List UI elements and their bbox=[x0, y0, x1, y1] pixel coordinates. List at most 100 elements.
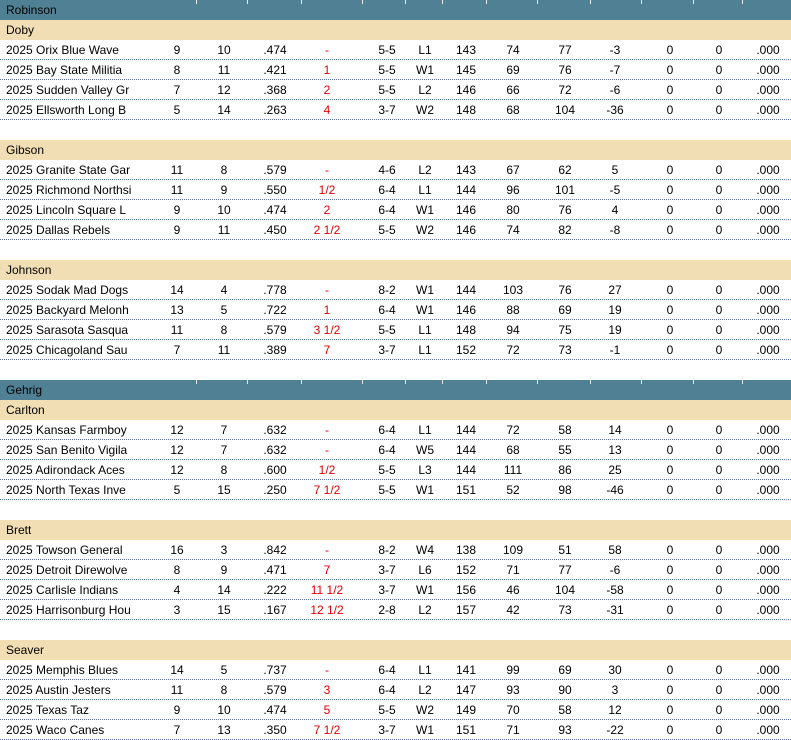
games-remaining: 144 bbox=[455, 463, 477, 477]
losses: 8 bbox=[220, 683, 228, 697]
games-remaining: 144 bbox=[455, 443, 477, 457]
wins: 7 bbox=[173, 343, 181, 357]
team-row[interactable]: 2025 Adirondack Aces 12 8 .600 1/2 5-5 L3 144 11… bbox=[0, 460, 791, 480]
division-name: Doby bbox=[6, 23, 35, 37]
last-ten: 2-8 bbox=[378, 603, 396, 617]
division-header: Gibson bbox=[0, 140, 791, 160]
col-thirteen: 0 bbox=[715, 183, 723, 197]
win-pct: .450 bbox=[263, 223, 287, 237]
last-ten: 3-7 bbox=[378, 583, 396, 597]
losses: 7 bbox=[220, 443, 228, 457]
team-row[interactable]: 2025 Austin Jesters 11 8 .579 3 6-4 L2 147 93 90 3… bbox=[0, 680, 791, 700]
streak: W1 bbox=[416, 303, 434, 317]
team-row[interactable]: 2025 Towson General 16 3 .842 - 8-2 W4 138 109 51… bbox=[0, 540, 791, 560]
team-row[interactable]: 2025 Backyard Melonh 13 5 .722 1 6-4 W1 146 88 69… bbox=[0, 300, 791, 320]
team-row[interactable]: 2025 Carlisle Indians 4 14 .222 11 1/2 3-7 W1 1… bbox=[0, 580, 791, 600]
games-remaining: 141 bbox=[455, 663, 477, 677]
team-row[interactable]: 2025 Orix Blue Wave 9 10 .474 - 5-5 L1 143 74 77 -… bbox=[0, 40, 791, 60]
team-row[interactable]: 2025 Detroit Direwolve 8 9 .471 7 3-7 L6 152 71 7… bbox=[0, 560, 791, 580]
runs-allowed: 73 bbox=[558, 603, 572, 617]
runs-scored: 96 bbox=[506, 183, 520, 197]
losses: 14 bbox=[217, 103, 231, 117]
win-pct: .600 bbox=[263, 463, 287, 477]
team-row[interactable]: 2025 Memphis Blues 14 5 .737 - 6-4 L1 141 99 69 30… bbox=[0, 660, 791, 680]
runs-scored: 72 bbox=[506, 423, 520, 437]
team-row[interactable]: 2025 Kansas Farmboy 12 7 .632 - 6-4 L1 144 72 58 1… bbox=[0, 420, 791, 440]
streak: L2 bbox=[418, 163, 432, 177]
team-row[interactable]: 2025 Sudden Valley Gr 7 12 .368 2 5-5 L2 146 66 7… bbox=[0, 80, 791, 100]
team-row[interactable]: 2025 Richmond Northsi 11 9 .550 1/2 6-4 L1 144 9… bbox=[0, 180, 791, 200]
run-differential: -8 bbox=[609, 223, 621, 237]
run-differential: 4 bbox=[611, 203, 619, 217]
team-name: 2025 Memphis Blues bbox=[6, 663, 119, 677]
col-twelve: 0 bbox=[666, 223, 674, 237]
team-row[interactable]: 2025 Sarasota Sasqua 11 8 .579 3 1/2 5-5 L1 148… bbox=[0, 320, 791, 340]
team-row[interactable]: 2025 San Benito Vigila 12 7 .632 - 6-4 W5 144 68… bbox=[0, 440, 791, 460]
losses: 15 bbox=[217, 603, 231, 617]
win-pct: .550 bbox=[263, 183, 287, 197]
team-row[interactable]: 2025 Ellsworth Long B 5 14 .263 4 3-7 W2 148 68 1… bbox=[0, 100, 791, 120]
team-row[interactable]: 2025 Lincoln Square L 9 10 .474 2 6-4 W1 146 80 7… bbox=[0, 200, 791, 220]
col-twelve: 0 bbox=[666, 203, 674, 217]
division-header: Johnson bbox=[0, 260, 791, 280]
column-gridline bbox=[486, 0, 487, 4]
win-pct: .842 bbox=[263, 543, 287, 557]
team-name: 2025 Richmond Northsi bbox=[6, 183, 132, 197]
division-name: Brett bbox=[6, 523, 32, 537]
division-header: Doby bbox=[0, 20, 791, 40]
col-fourteen: .000 bbox=[756, 223, 780, 237]
runs-scored: 74 bbox=[506, 43, 520, 57]
col-fourteen: .000 bbox=[756, 343, 780, 357]
runs-scored: 80 bbox=[506, 203, 520, 217]
team-row[interactable]: 2025 Granite State Gar 11 8 .579 - 4-6 L2 143 67… bbox=[0, 160, 791, 180]
win-pct: .632 bbox=[263, 443, 287, 457]
runs-scored: 72 bbox=[506, 343, 520, 357]
team-row[interactable]: 2025 Bay State Militia 8 11 .421 1 5-5 W1 145 69… bbox=[0, 60, 791, 80]
runs-allowed: 104 bbox=[554, 583, 576, 597]
col-twelve: 0 bbox=[666, 663, 674, 677]
runs-allowed: 58 bbox=[558, 423, 572, 437]
team-row[interactable]: 2025 Harrisonburg Hou 3 15 .167 12 1/2 2-8 L2 1… bbox=[0, 600, 791, 620]
games-behind: 7 bbox=[323, 563, 331, 577]
column-gridline bbox=[362, 0, 363, 4]
runs-scored: 111 bbox=[503, 463, 523, 477]
last-ten: 5-5 bbox=[378, 83, 396, 97]
games-remaining: 152 bbox=[455, 343, 477, 357]
runs-scored: 71 bbox=[506, 723, 520, 737]
team-row[interactable]: 2025 Chicagoland Sau 7 11 .389 7 3-7 L1 152 72 73… bbox=[0, 340, 791, 360]
losses: 14 bbox=[217, 583, 231, 597]
last-ten: 6-4 bbox=[378, 183, 396, 197]
games-remaining: 152 bbox=[455, 563, 477, 577]
column-gridline bbox=[362, 380, 363, 384]
team-row[interactable]: 2025 Texas Taz 9 10 .474 5 5-5 W2 149 70 58 12 0 0 .0… bbox=[0, 700, 791, 720]
league-header: Gehrig bbox=[0, 380, 791, 400]
team-name: 2025 Kansas Farmboy bbox=[6, 423, 127, 437]
team-name: 2025 San Benito Vigila bbox=[6, 443, 128, 457]
column-gridline bbox=[590, 0, 591, 4]
team-row[interactable]: 2025 Waco Canes 7 13 .350 7 1/2 3-7 W1 151 71 93 -… bbox=[0, 720, 791, 740]
division-name: Seaver bbox=[6, 643, 45, 657]
last-ten: 4-6 bbox=[378, 163, 396, 177]
team-name: 2025 Lincoln Square L bbox=[6, 203, 127, 217]
losses: 11 bbox=[217, 223, 231, 237]
team-row[interactable]: 2025 Dallas Rebels 9 11 .450 2 1/2 5-5 W2 146 74… bbox=[0, 220, 791, 240]
run-differential: 27 bbox=[608, 283, 622, 297]
games-remaining: 146 bbox=[455, 83, 477, 97]
runs-allowed: 62 bbox=[558, 163, 572, 177]
last-ten: 6-4 bbox=[378, 423, 396, 437]
losses: 5 bbox=[220, 663, 228, 677]
games-behind: 2 1/2 bbox=[313, 223, 341, 237]
losses: 9 bbox=[220, 563, 228, 577]
run-differential: -5 bbox=[609, 183, 621, 197]
runs-scored: 103 bbox=[502, 283, 524, 297]
runs-scored: 42 bbox=[506, 603, 520, 617]
col-thirteen: 0 bbox=[715, 463, 723, 477]
runs-allowed: 76 bbox=[558, 63, 572, 77]
team-row[interactable]: 2025 Sodak Mad Dogs 14 4.778-8-2 W1 144 103 76… bbox=[0, 280, 791, 300]
games-behind: 7 1/2 bbox=[313, 723, 341, 737]
win-pct: .579 bbox=[263, 683, 287, 697]
run-differential: -7 bbox=[609, 63, 621, 77]
team-row[interactable]: 2025 North Texas Inve 5 15 .250 7 1/2 5-5 W1 15… bbox=[0, 480, 791, 500]
col-twelve: 0 bbox=[666, 423, 674, 437]
wins: 11 bbox=[170, 183, 184, 197]
